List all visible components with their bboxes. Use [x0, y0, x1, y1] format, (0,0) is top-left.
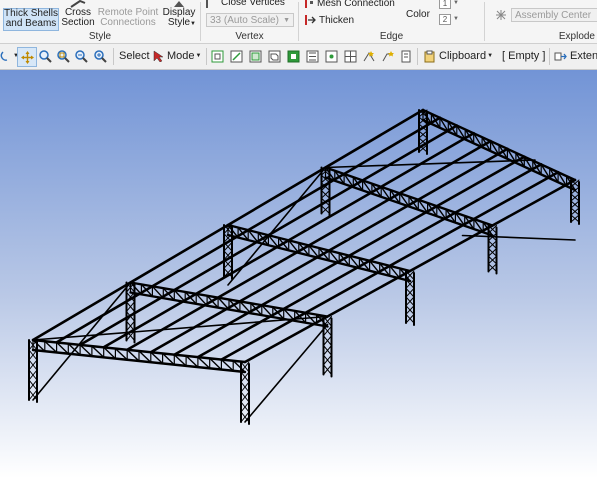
explode-group: Assembly Center Explode	[485, 0, 597, 43]
select-edge-icon[interactable]	[230, 48, 243, 64]
chevron-down-icon: ▼	[283, 17, 290, 24]
explode-group-label: Explode	[558, 31, 595, 42]
thick-shells-and-beams-button[interactable]: Thick Shells and Beams	[3, 8, 59, 31]
select-body-icon[interactable]	[268, 48, 281, 64]
close-vertices-icon	[206, 0, 218, 8]
extend-label: Extend	[570, 50, 597, 62]
mesh-connection-icon	[305, 0, 313, 8]
explode-icon	[496, 10, 506, 20]
style-group-label: Style	[88, 31, 112, 42]
display-style-button[interactable]: Display Style ▼	[160, 0, 198, 30]
select-vertex-icon[interactable]	[211, 48, 224, 64]
edge-box-1[interactable]: 1	[439, 0, 451, 9]
chevron-down-icon: ▼	[190, 21, 196, 27]
remote-point-connections-button[interactable]: Remote Point Connections	[97, 8, 159, 29]
select-mode-button[interactable]: Mode ▼	[153, 48, 201, 64]
remote-point-label: Remote Point Connections	[97, 7, 159, 28]
zoom-box-icon[interactable]	[57, 48, 70, 64]
select-cross-section-icon[interactable]	[306, 48, 319, 64]
thicken-label: Thicken	[319, 14, 355, 26]
clipboard-icon	[424, 50, 435, 62]
cross-section-label: Cross Section	[61, 7, 95, 28]
mode-label: Mode	[167, 50, 195, 62]
chevron-down-icon: ▼	[195, 53, 202, 59]
thicken-button[interactable]: Thicken	[304, 14, 354, 26]
select-line-body-icon[interactable]	[287, 48, 300, 64]
thick-shells-label: Thick Shells and Beams	[4, 8, 58, 29]
thicken-icon	[305, 15, 316, 25]
style-group: Thick Shells and Beams Cross Section Rem…	[0, 0, 200, 43]
clipboard-label: Clipboard	[439, 50, 487, 62]
zoom-icon[interactable]	[39, 48, 52, 64]
extend-selection-icon[interactable]	[381, 48, 395, 64]
chevron-down-icon: ▼	[453, 16, 459, 22]
assembly-center-dropdown[interactable]: Assembly Center	[511, 8, 597, 22]
close-vertices-label: Close Vertices	[221, 0, 285, 8]
cross-section-button[interactable]: Cross Section	[60, 0, 96, 30]
edge-group: Mesh Connection Thicken Color 1 2 ▼ ▼ Ed…	[299, 0, 484, 43]
select-point-icon[interactable]	[325, 48, 338, 64]
mesh-connection-button[interactable]: Mesh Connection	[304, 0, 395, 9]
select-label[interactable]: Select	[119, 48, 150, 64]
chevron-down-icon: ▼	[453, 0, 459, 6]
select-face-icon[interactable]	[249, 48, 262, 64]
cursor-icon	[153, 50, 164, 62]
extend-button[interactable]: Extend	[554, 48, 597, 64]
vertex-scale-dropdown[interactable]: 33 (Auto Scale) ▼	[206, 13, 294, 27]
ribbon: Thick Shells and Beams Cross Section Rem…	[0, 0, 597, 44]
graphics-viewport[interactable]	[0, 70, 597, 478]
select-all-icon[interactable]	[362, 48, 376, 64]
select-mesh-icon[interactable]	[344, 48, 357, 64]
zoom-to-selection-icon[interactable]	[94, 48, 107, 64]
zoom-fit-icon[interactable]	[75, 48, 88, 64]
pan-button[interactable]	[17, 47, 37, 67]
edge-box-2[interactable]: 2	[439, 14, 451, 25]
graphics-toolbar: ▼ Select Mode ▼ Clipboard ▼ [Empty] Ex…	[0, 44, 597, 70]
vertex-group-label: Vertex	[235, 31, 264, 42]
truss-frame-model[interactable]	[0, 70, 597, 478]
toolbar-divider	[549, 48, 550, 65]
flip-selection-icon[interactable]	[400, 48, 412, 64]
assembly-center-value: Assembly Center	[515, 10, 592, 21]
clipboard-button[interactable]: Clipboard ▼	[423, 48, 493, 64]
close-vertices-button[interactable]: Close Vertices	[206, 0, 285, 8]
clipboard-empty-label: [ Empty ]	[502, 50, 546, 62]
toolbar-divider	[206, 48, 207, 65]
vertex-group: Close Vertices 33 (Auto Scale) ▼ Vertex	[201, 0, 298, 43]
chevron-down-icon: ▼	[487, 53, 494, 59]
toolbar-divider	[113, 48, 114, 65]
color-label: Color	[406, 9, 430, 20]
vertex-scale-value: 33 (Auto Scale)	[210, 15, 279, 26]
pan-icon	[20, 50, 34, 64]
toolbar-divider	[417, 48, 418, 65]
color-button[interactable]: Color	[406, 9, 430, 20]
mesh-connection-label: Mesh Connection	[317, 0, 395, 9]
extend-icon	[554, 52, 567, 60]
edge-group-label: Edge	[379, 31, 404, 42]
